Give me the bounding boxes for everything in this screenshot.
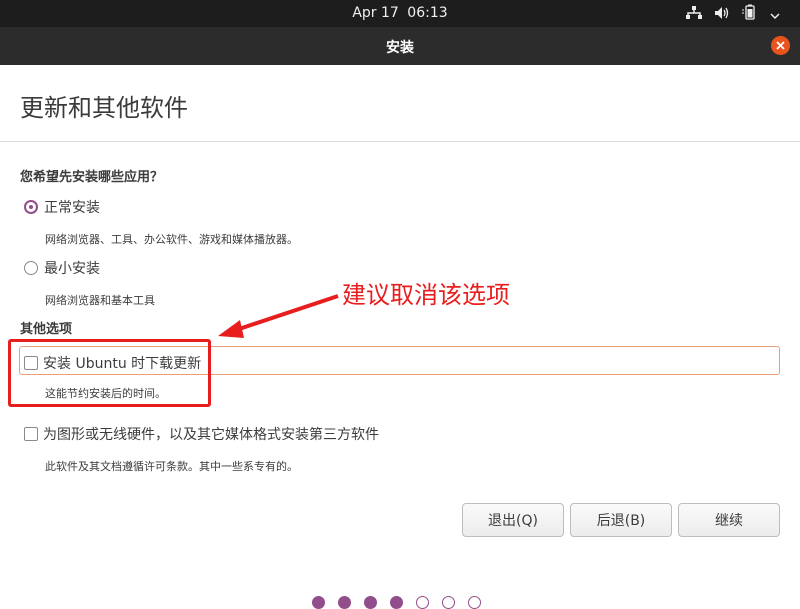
progress-dot	[338, 596, 351, 609]
progress-dots	[312, 596, 481, 609]
progress-dot	[390, 596, 403, 609]
progress-dot	[416, 596, 429, 609]
continue-button[interactable]: 继续	[678, 503, 780, 537]
back-button[interactable]: 后退(B)	[570, 503, 672, 537]
quit-button[interactable]: 退出(Q)	[462, 503, 564, 537]
progress-dot	[312, 596, 325, 609]
progress-dot	[364, 596, 377, 609]
progress-dot	[468, 596, 481, 609]
progress-dot	[442, 596, 455, 609]
